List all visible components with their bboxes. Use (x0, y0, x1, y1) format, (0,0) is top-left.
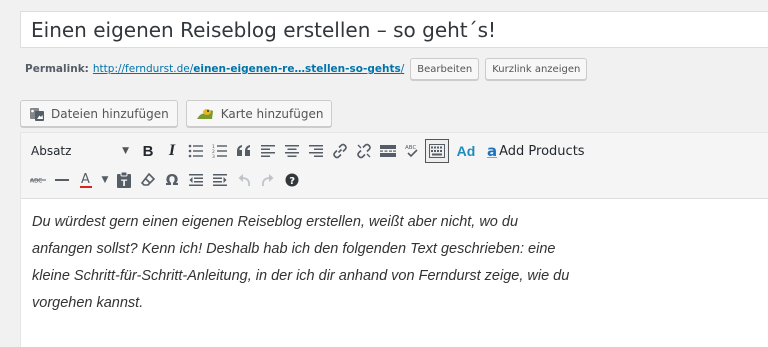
redo-icon[interactable] (257, 168, 279, 192)
content-line: kleine Schritt-für-Schritt-Anleitung, in… (32, 268, 570, 284)
svg-text:ABC: ABC (30, 178, 42, 185)
editor-content[interactable]: Du würdest gern einen eigenen Reiseblog … (32, 209, 762, 317)
special-character-icon[interactable]: Ω (161, 168, 183, 192)
align-left-icon[interactable] (257, 139, 279, 163)
editor-toolbar: Absatz ▼ B I 123 ABC Ad a Add Products A… (21, 133, 768, 199)
post-title-input[interactable]: Einen eigenen Reiseblog erstellen – so g… (20, 11, 768, 48)
shortlink-button[interactable]: Kurzlink anzeigen (485, 58, 588, 80)
svg-text:?: ? (289, 176, 295, 187)
indent-icon[interactable] (209, 168, 231, 192)
link-icon[interactable] (329, 139, 351, 163)
add-map-button[interactable]: Karte hinzufügen (185, 100, 333, 127)
content-line: Du würdest gern einen eigenen Reiseblog … (32, 214, 519, 230)
permalink-base: http://ferndurst.de/ (92, 63, 194, 75)
add-media-label: Dateien hinzufügen (51, 106, 169, 121)
outdent-icon[interactable] (185, 168, 207, 192)
blockquote-icon[interactable] (233, 139, 255, 163)
undo-icon[interactable] (233, 168, 255, 192)
add-products-label: Add Products (499, 143, 585, 159)
permalink-row: Permalink: http://ferndurst.de/einen-eig… (20, 57, 588, 81)
align-right-icon[interactable] (305, 139, 327, 163)
bold-icon[interactable]: B (137, 139, 159, 163)
editor: Absatz ▼ B I 123 ABC Ad a Add Products A… (20, 132, 768, 347)
content-line: anfangen sollst? Kenn ich! Deshalb hab i… (32, 241, 556, 257)
permalink-slug: einen-eigenen-re…stellen-so-gehts (193, 63, 401, 75)
media-icon (29, 106, 45, 122)
map-icon (195, 106, 215, 122)
horizontal-line-icon[interactable] (51, 168, 73, 192)
numbered-list-icon[interactable]: 123 (209, 139, 231, 163)
unlink-icon[interactable] (353, 139, 375, 163)
format-select[interactable]: Absatz ▼ (27, 139, 135, 163)
content-line: vorgehen kannst. (32, 295, 144, 311)
permalink-label: Permalink: (25, 63, 89, 75)
chevron-down-icon: ▼ (122, 146, 129, 156)
permalink-trailing: / (400, 63, 405, 75)
media-buttons: Dateien hinzufügen Karte hinzufügen (20, 100, 333, 127)
ad-icon[interactable]: Ad (455, 139, 477, 163)
edit-permalink-button[interactable]: Bearbeiten (410, 58, 480, 80)
add-media-button[interactable]: Dateien hinzufügen (20, 100, 178, 127)
help-icon[interactable]: ? (281, 168, 303, 192)
amazon-icon: a (487, 142, 498, 160)
bullet-list-icon[interactable] (185, 139, 207, 163)
read-more-icon[interactable] (377, 139, 399, 163)
svg-text:3: 3 (212, 154, 215, 158)
align-center-icon[interactable] (281, 139, 303, 163)
svg-text:A: A (81, 172, 90, 187)
paste-as-text-icon[interactable]: T (113, 168, 135, 192)
svg-text:T: T (121, 179, 128, 188)
spellcheck-icon[interactable]: ABC (401, 139, 423, 163)
clear-formatting-icon[interactable] (137, 168, 159, 192)
toolbar-row-2: ABC A ▼ T Ω ? (27, 168, 305, 192)
toolbar-toggle-icon[interactable] (425, 139, 449, 163)
toolbar-row-1: Absatz ▼ B I 123 ABC Ad a Add Products (27, 139, 585, 163)
svg-text:ABC: ABC (405, 145, 416, 151)
italic-icon[interactable]: I (161, 139, 183, 163)
add-products-button[interactable]: a Add Products (487, 142, 585, 160)
format-select-value: Absatz (31, 144, 72, 158)
add-map-label: Karte hinzufügen (220, 106, 324, 121)
text-color-icon[interactable]: A (75, 168, 97, 192)
permalink-link[interactable]: http://ferndurst.de/einen-eigenen-re…ste… (93, 63, 404, 75)
strikethrough-icon[interactable]: ABC (27, 168, 49, 192)
chevron-down-icon[interactable]: ▼ (99, 168, 111, 192)
